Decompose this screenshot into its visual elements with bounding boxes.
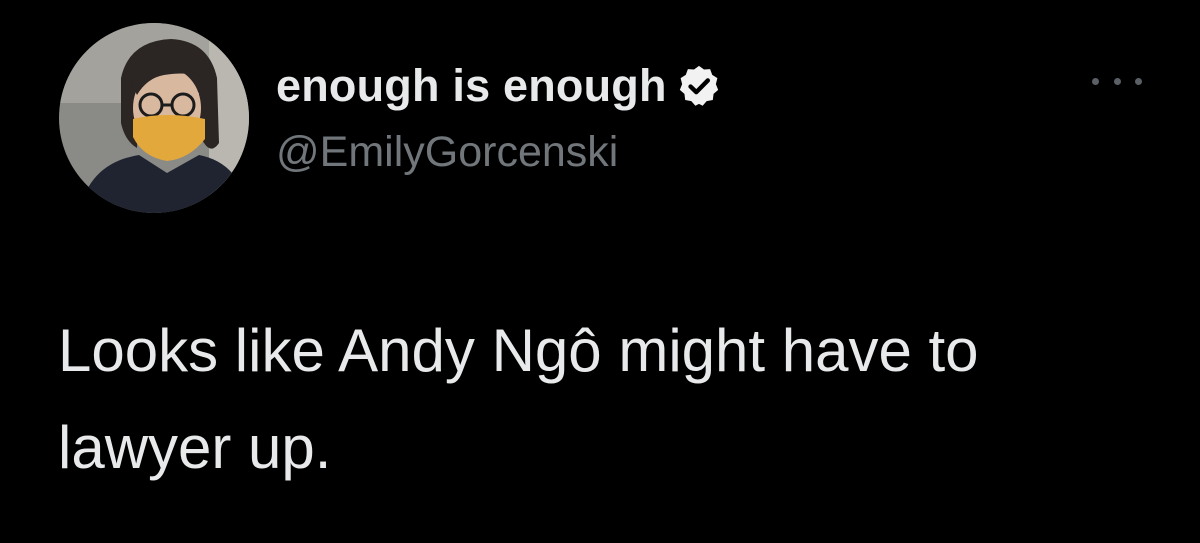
more-dot: [1092, 77, 1099, 85]
tweet-text: Looks like Andy Ngô might have to lawyer…: [58, 317, 979, 481]
verified-badge-icon: [676, 63, 722, 109]
user-handle[interactable]: @EmilyGorcenski: [276, 128, 618, 177]
more-options-icon[interactable]: [1092, 66, 1142, 96]
more-dot: [1113, 77, 1121, 85]
name-row: enough is enough: [276, 56, 722, 116]
tweet-card: enough is enough @EmilyGorcenski Looks l…: [0, 0, 1200, 543]
more-dot: [1135, 77, 1142, 85]
avatar[interactable]: [59, 23, 249, 213]
display-name[interactable]: enough is enough: [276, 60, 667, 112]
avatar-image: [59, 23, 249, 213]
